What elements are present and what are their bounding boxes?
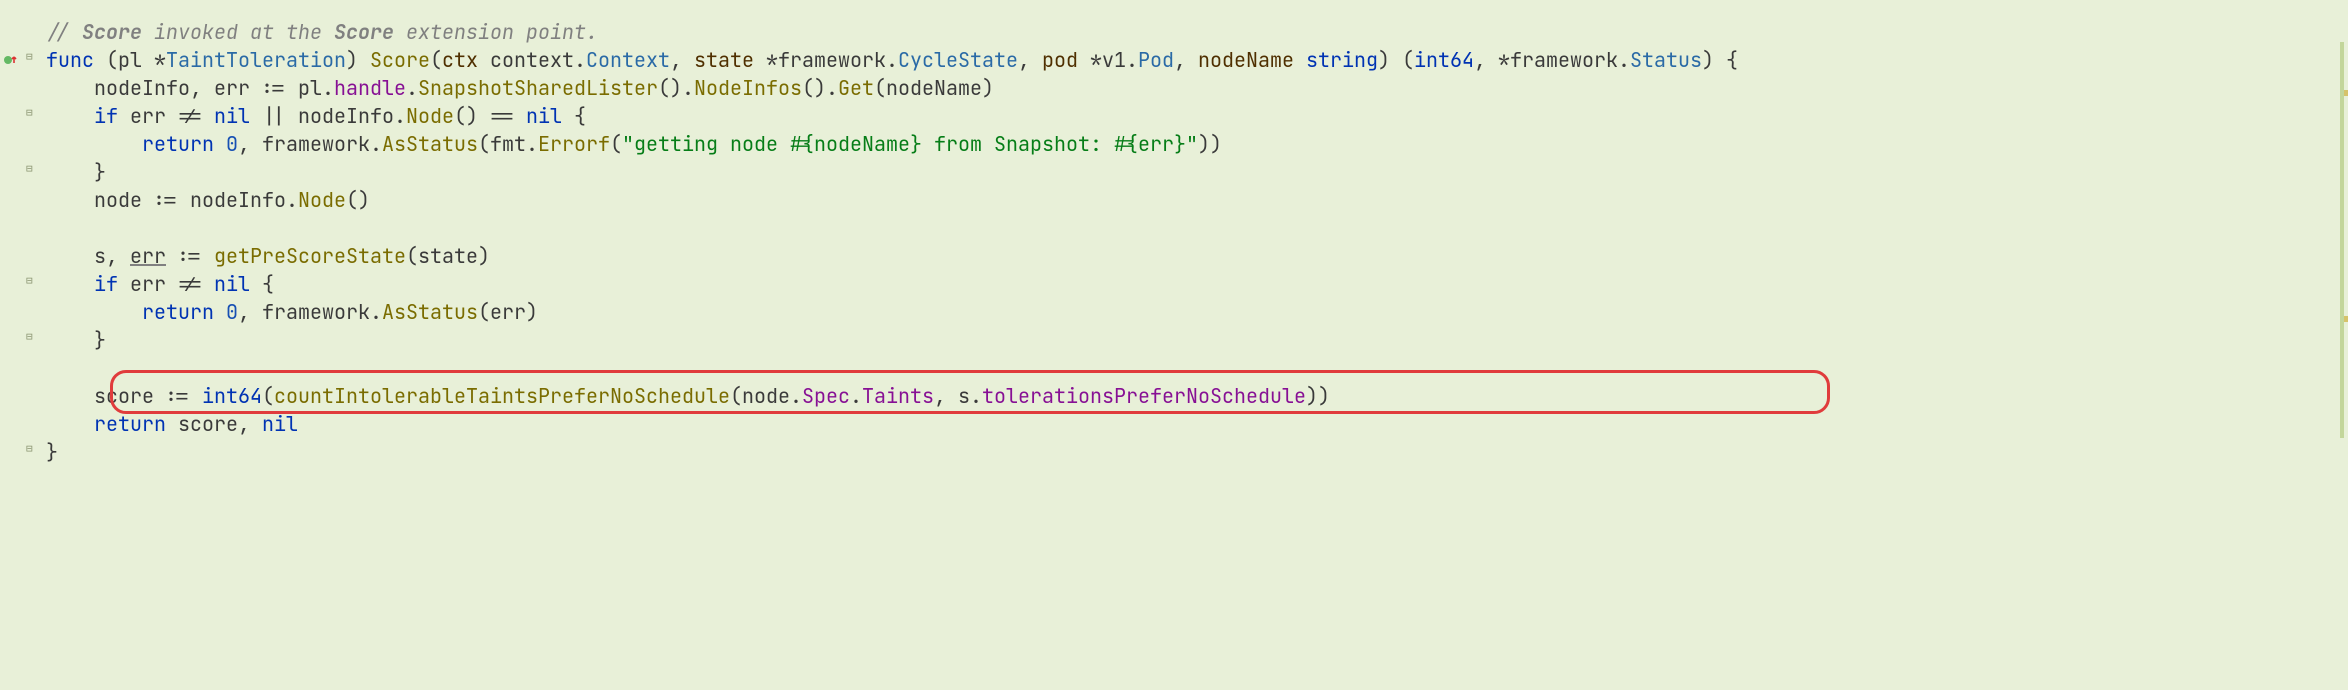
warning-marker-icon[interactable] [2344,90,2348,96]
code-line: if err != nil { [46,270,2344,298]
code-line: return score, nil [46,410,2344,438]
code-line-blank [46,214,2344,242]
code-line-blank [46,354,2344,382]
code-line: // Score invoked at the Score extension … [46,18,2344,46]
comment-text: // [46,19,82,45]
fold-icon[interactable]: ⊟ [26,275,38,287]
warning-marker-icon[interactable] [2344,316,2348,322]
fold-icon[interactable]: ⊟ [26,107,38,119]
code-line: node := nodeInfo.Node() [46,186,2344,214]
code-line: func (pl *TaintToleration) Score(ctx con… [46,46,2344,74]
code-line: if err != nil || nodeInfo.Node() == nil … [46,102,2344,130]
code-line: } [46,326,2344,354]
code-line: nodeInfo, err := pl.handle.SnapshotShare… [46,74,2344,102]
fold-icon[interactable]: ⊟ [26,443,38,455]
editor-gutter: ⊟ ⊟ ⊟ ⊟ ⊟ ⊟ [0,0,40,690]
fold-icon[interactable]: ⊟ [26,163,38,175]
code-line: return 0, framework.AsStatus(fmt.Errorf(… [46,130,2344,158]
code-line: s, err := getPreScoreState(state) [46,242,2344,270]
code-line: return 0, framework.AsStatus(err) [46,298,2344,326]
code-editor[interactable]: // Score invoked at the Score extension … [46,18,2344,466]
fold-icon[interactable]: ⊟ [26,331,38,343]
vcs-marker-icon [2,52,18,68]
fold-icon[interactable]: ⊟ [26,51,38,63]
code-line: } [46,438,2344,466]
code-line: } [46,158,2344,186]
code-line-highlighted: score := int64(countIntolerableTaintsPre… [46,382,2344,410]
editor-minimap-strip[interactable] [2344,0,2348,690]
comment-emph: Score [82,19,142,45]
